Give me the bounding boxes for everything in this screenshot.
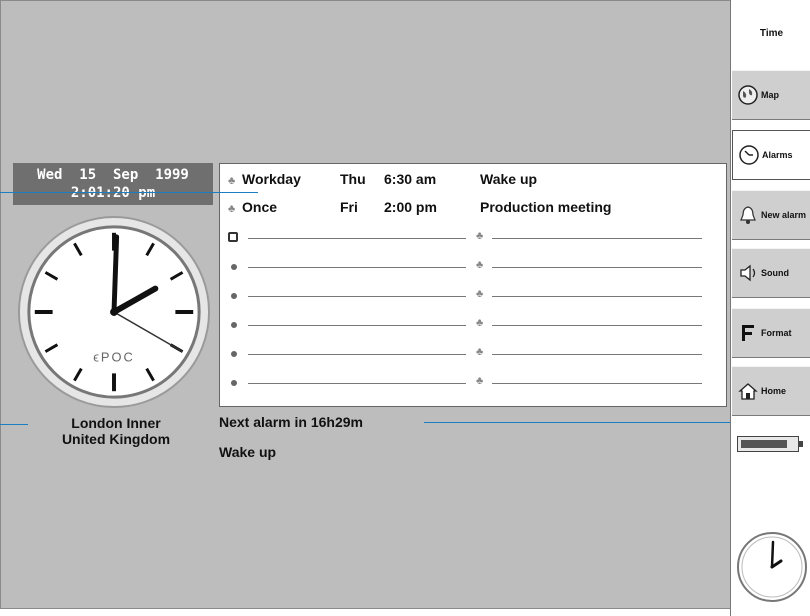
placeholder-line bbox=[492, 267, 702, 268]
row-marker bbox=[231, 293, 237, 299]
bell-icon: ♣ bbox=[476, 375, 484, 387]
format-f-icon bbox=[742, 325, 754, 341]
new-alarm-button[interactable]: New alarm bbox=[732, 190, 810, 240]
placeholder-line bbox=[248, 267, 466, 268]
alarm-row[interactable]: ♣ Workday Thu 6:30 am Wake up bbox=[228, 167, 537, 191]
alarm-repeat: Workday bbox=[242, 171, 301, 187]
date-text: Wed 15 Sep 1999 bbox=[37, 167, 189, 183]
alarm-row[interactable]: ♣ Once Fri 2:00 pm Production meeting bbox=[228, 195, 611, 219]
location-city: London Inner bbox=[71, 415, 161, 431]
bell-icon: ♣ bbox=[476, 288, 484, 300]
bell-icon: ♣ bbox=[476, 259, 484, 271]
time-text: 2:01:20 pm bbox=[70, 185, 156, 201]
home-button[interactable]: Home bbox=[732, 366, 810, 416]
home-button-label: Home bbox=[761, 386, 787, 396]
analog-clock: ϵPOC bbox=[17, 215, 211, 409]
globe-icon bbox=[738, 85, 758, 105]
placeholder-line bbox=[248, 296, 466, 297]
next-alarm-description: Wake up bbox=[219, 444, 277, 460]
callout-line-date bbox=[0, 192, 258, 193]
empty-alarm-row[interactable]: ♣ bbox=[228, 313, 712, 337]
alarm-list[interactable]: ♣ Workday Thu 6:30 am Wake up ♣ Once Fri… bbox=[219, 163, 727, 407]
row-marker bbox=[231, 380, 237, 386]
mini-clock-icon bbox=[737, 532, 807, 602]
placeholder-line bbox=[248, 383, 466, 384]
empty-alarm-row[interactable]: ♣ bbox=[228, 255, 712, 279]
new-alarm-button-label: New alarm bbox=[761, 210, 807, 220]
placeholder-line bbox=[248, 238, 466, 239]
row-marker bbox=[231, 351, 237, 357]
clock-location: London Inner United Kingdom bbox=[31, 415, 201, 447]
map-button[interactable]: Map bbox=[732, 70, 810, 120]
alarm-day: Fri bbox=[340, 199, 358, 215]
sound-button-label: Sound bbox=[761, 268, 789, 278]
bell-icon: ♣ bbox=[228, 175, 236, 187]
alarm-time: 6:30 am bbox=[384, 171, 437, 187]
clock-brand-text: ϵPOC bbox=[93, 350, 134, 365]
alarm-repeat: Once bbox=[242, 199, 278, 215]
alarm-time: 2:00 pm bbox=[384, 199, 437, 215]
next-alarm-text: Next alarm in 16h29m bbox=[219, 414, 363, 430]
placeholder-line bbox=[492, 296, 702, 297]
empty-alarm-row[interactable]: ♣ bbox=[228, 342, 712, 366]
alarm-description: Production meeting bbox=[480, 199, 612, 215]
placeholder-line bbox=[248, 354, 466, 355]
format-button[interactable]: Format bbox=[732, 308, 810, 358]
bell-icon: ♣ bbox=[476, 346, 484, 358]
placeholder-line bbox=[248, 325, 466, 326]
alarm-description: Wake up bbox=[480, 171, 538, 187]
bell-icon: ♣ bbox=[476, 230, 484, 242]
bell-icon bbox=[740, 206, 756, 224]
alarms-button-label: Alarms bbox=[762, 150, 793, 160]
sound-button[interactable]: Sound bbox=[732, 248, 810, 298]
alarm-clock-icon bbox=[739, 145, 759, 165]
format-button-label: Format bbox=[761, 328, 792, 338]
callout-line-location bbox=[0, 424, 28, 425]
date-time-bar: Wed 15 Sep 1999 2:01:20 pm bbox=[13, 163, 213, 205]
row-marker bbox=[231, 322, 237, 328]
map-button-label: Map bbox=[761, 90, 779, 100]
tab-time[interactable]: Time bbox=[732, 0, 810, 66]
location-country: United Kingdom bbox=[61, 431, 171, 447]
row-marker bbox=[231, 264, 237, 270]
home-icon bbox=[738, 383, 758, 400]
empty-alarm-row[interactable]: ♣ bbox=[228, 284, 712, 308]
empty-alarm-row[interactable]: ♣ bbox=[228, 226, 712, 250]
speaker-icon bbox=[740, 264, 756, 282]
bell-icon: ♣ bbox=[228, 203, 236, 215]
empty-alarm-row[interactable]: ♣ bbox=[228, 371, 712, 395]
bell-icon: ♣ bbox=[476, 317, 484, 329]
alarms-button[interactable]: Alarms bbox=[732, 130, 810, 180]
battery-indicator bbox=[737, 436, 803, 452]
placeholder-line bbox=[492, 325, 702, 326]
placeholder-line bbox=[492, 238, 702, 239]
placeholder-line bbox=[492, 354, 702, 355]
minute-hand bbox=[111, 234, 120, 315]
placeholder-line bbox=[492, 383, 702, 384]
toolbar: Time Map Alarms New alarm Sound Format H… bbox=[730, 0, 810, 616]
time-app-screen: Wed 15 Sep 1999 2:01:20 pm ϵPOC London I… bbox=[0, 0, 730, 609]
row-marker bbox=[228, 232, 238, 242]
alarm-day: Thu bbox=[340, 171, 366, 187]
